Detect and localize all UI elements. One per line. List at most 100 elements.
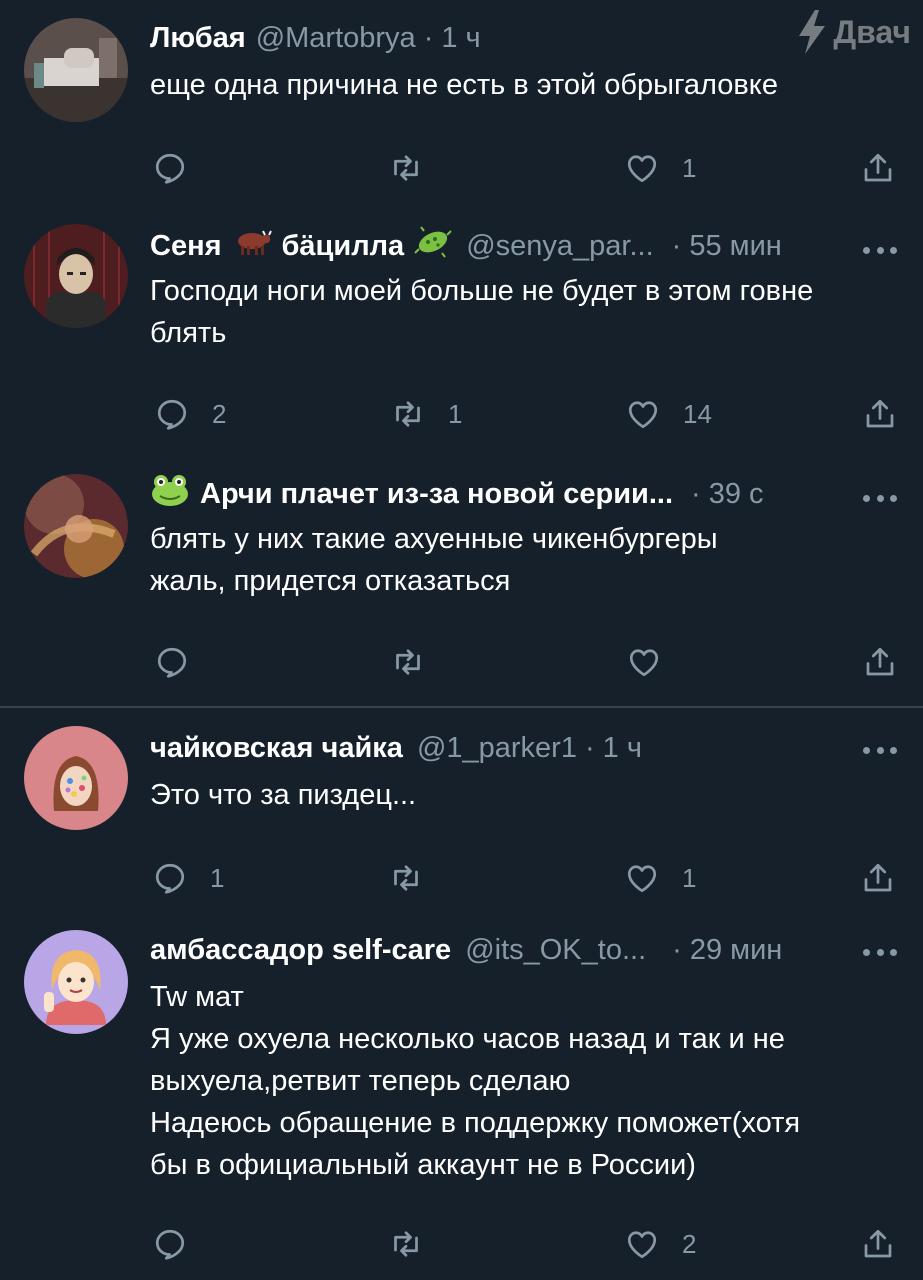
dot-icon [890, 746, 897, 754]
dot-icon [876, 494, 884, 502]
avatar[interactable] [24, 726, 128, 830]
tweet-line: Tw мат [150, 981, 244, 1013]
retweet-button[interactable] [390, 640, 448, 684]
reply-count: 2 [212, 398, 227, 429]
like-count: 14 [683, 398, 712, 429]
tweet-actions [0, 640, 923, 684]
share-icon [864, 1229, 892, 1258]
author-handle[interactable]: @Martobrya [256, 22, 416, 55]
like-button[interactable]: 1 [624, 856, 696, 900]
tweet-text: Господи ноги моей больше не будет в этом… [150, 270, 893, 354]
share-icon [866, 399, 894, 428]
timestamp[interactable]: 1 ч [441, 22, 480, 55]
tweet-line: бы в официальный аккаунт не в России) [150, 1149, 696, 1181]
bull-emoji-icon [232, 227, 272, 265]
author-handle[interactable]: @senya_par... [466, 230, 653, 263]
tweet-2[interactable]: Сеня бäцилла @senya_par... · 55 мин Госп… [0, 210, 923, 460]
dot-icon [863, 746, 870, 754]
tweet-header: Арчи плачет из-за новой серии... · 39 с [150, 474, 903, 514]
tweet-line: блять у них такие ахуенные чикенбургеры [150, 523, 718, 555]
reply-button[interactable]: 2 [154, 392, 226, 436]
reply-icon [157, 647, 187, 678]
avatar[interactable] [24, 930, 128, 1034]
tweet-3[interactable]: Арчи плачет из-за новой серии... · 39 с … [0, 460, 923, 706]
avatar[interactable] [24, 18, 128, 122]
author-handle[interactable]: @1_parker1 [417, 732, 577, 765]
tweet-header: Сеня бäцилла @senya_par... · 55 мин [150, 226, 903, 266]
like-button[interactable] [626, 640, 684, 684]
timestamp[interactable]: 55 мин [689, 230, 781, 263]
more-options-button[interactable] [863, 240, 897, 260]
author-name[interactable]: Арчи плачет из-за новой серии... [200, 478, 673, 511]
more-options-button[interactable] [863, 740, 897, 760]
tweet-line: Надеюсь обращение в поддержку поможет(хо… [150, 1107, 801, 1139]
tweet-5[interactable]: амбассадор self-care @its_OK_to... · 29 … [0, 924, 923, 1280]
tweet-actions: 2 1 14 [0, 392, 923, 436]
author-name-suffix[interactable]: бäцилла [282, 230, 405, 263]
timestamp[interactable]: 29 мин [690, 934, 782, 967]
retweet-button[interactable] [388, 856, 446, 900]
author-name[interactable]: Сеня [150, 230, 222, 263]
retweet-icon [394, 1231, 418, 1257]
tweet-line: жаль, придется отказаться [150, 565, 511, 597]
author-handle[interactable]: @its_OK_to... [465, 934, 646, 967]
avatar[interactable] [24, 224, 128, 328]
more-options-button[interactable] [863, 488, 897, 508]
timestamp[interactable]: 39 с [709, 478, 764, 511]
dot-icon [890, 948, 897, 956]
like-count: 2 [682, 1228, 697, 1259]
dot-icon [876, 246, 884, 254]
dot-icon [876, 746, 884, 754]
heart-icon [627, 865, 657, 893]
reply-button[interactable] [152, 1222, 210, 1266]
reply-button[interactable] [154, 640, 212, 684]
dot-icon [863, 246, 870, 254]
tweet-text: Это что за пиздец... [150, 774, 893, 816]
dot-icon [890, 246, 897, 254]
timestamp[interactable]: 1 ч [603, 732, 642, 765]
like-button[interactable]: 14 [625, 392, 712, 436]
author-name[interactable]: Любая [150, 22, 246, 55]
like-count: 1 [682, 862, 697, 893]
separator-dot: · [584, 731, 595, 764]
more-options-button[interactable] [863, 942, 897, 962]
tweet-text: блять у них такие ахуенные чикенбургеры … [150, 518, 893, 602]
tweet-1[interactable]: Любая @Martobrya · 1 ч еще одна причина … [0, 0, 923, 210]
tweet-text: еще одна причина не есть в этой обрыгало… [150, 64, 893, 106]
share-button[interactable] [862, 640, 898, 684]
retweet-count: 1 [448, 398, 463, 429]
heart-icon [628, 401, 658, 429]
tweet-line: Я уже охуела несколько часов назад и так… [150, 1023, 785, 1055]
reply-icon [155, 1229, 185, 1260]
retweet-icon [396, 401, 420, 427]
retweet-button[interactable] [388, 146, 446, 190]
share-button[interactable] [860, 1222, 896, 1266]
frog-emoji-icon [150, 473, 190, 515]
tweet-header: амбассадор self-care @its_OK_to... · 29 … [150, 930, 903, 970]
avatar[interactable] [24, 474, 128, 578]
reply-button[interactable] [152, 146, 210, 190]
reply-button[interactable]: 1 [152, 856, 224, 900]
retweet-button[interactable]: 1 [390, 392, 462, 436]
heart-icon [627, 1231, 657, 1259]
share-button[interactable] [860, 856, 896, 900]
tweet-line: блять [150, 317, 227, 349]
reply-icon [155, 153, 185, 184]
reply-count: 1 [210, 862, 225, 893]
dot-icon [863, 948, 870, 956]
share-button[interactable] [860, 146, 896, 190]
share-icon [864, 863, 892, 892]
author-name[interactable]: амбассадор self-care [150, 934, 451, 967]
author-name[interactable]: чайковская чайка [150, 732, 403, 765]
retweet-button[interactable] [388, 1222, 446, 1266]
like-count: 1 [682, 152, 697, 183]
like-button[interactable]: 2 [624, 1222, 696, 1266]
share-button[interactable] [862, 392, 898, 436]
heart-icon [627, 155, 657, 183]
tweet-text: Tw мат Я уже охуела несколько часов наза… [150, 976, 893, 1186]
like-button[interactable]: 1 [624, 146, 696, 190]
reply-icon [157, 399, 187, 430]
tweet-4[interactable]: чайковская чайка @1_parker1 · 1 ч Это чт… [0, 708, 923, 924]
tweet-header: чайковская чайка @1_parker1 · 1 ч [150, 728, 903, 768]
tweet-header: Любая @Martobrya · 1 ч [150, 18, 903, 58]
